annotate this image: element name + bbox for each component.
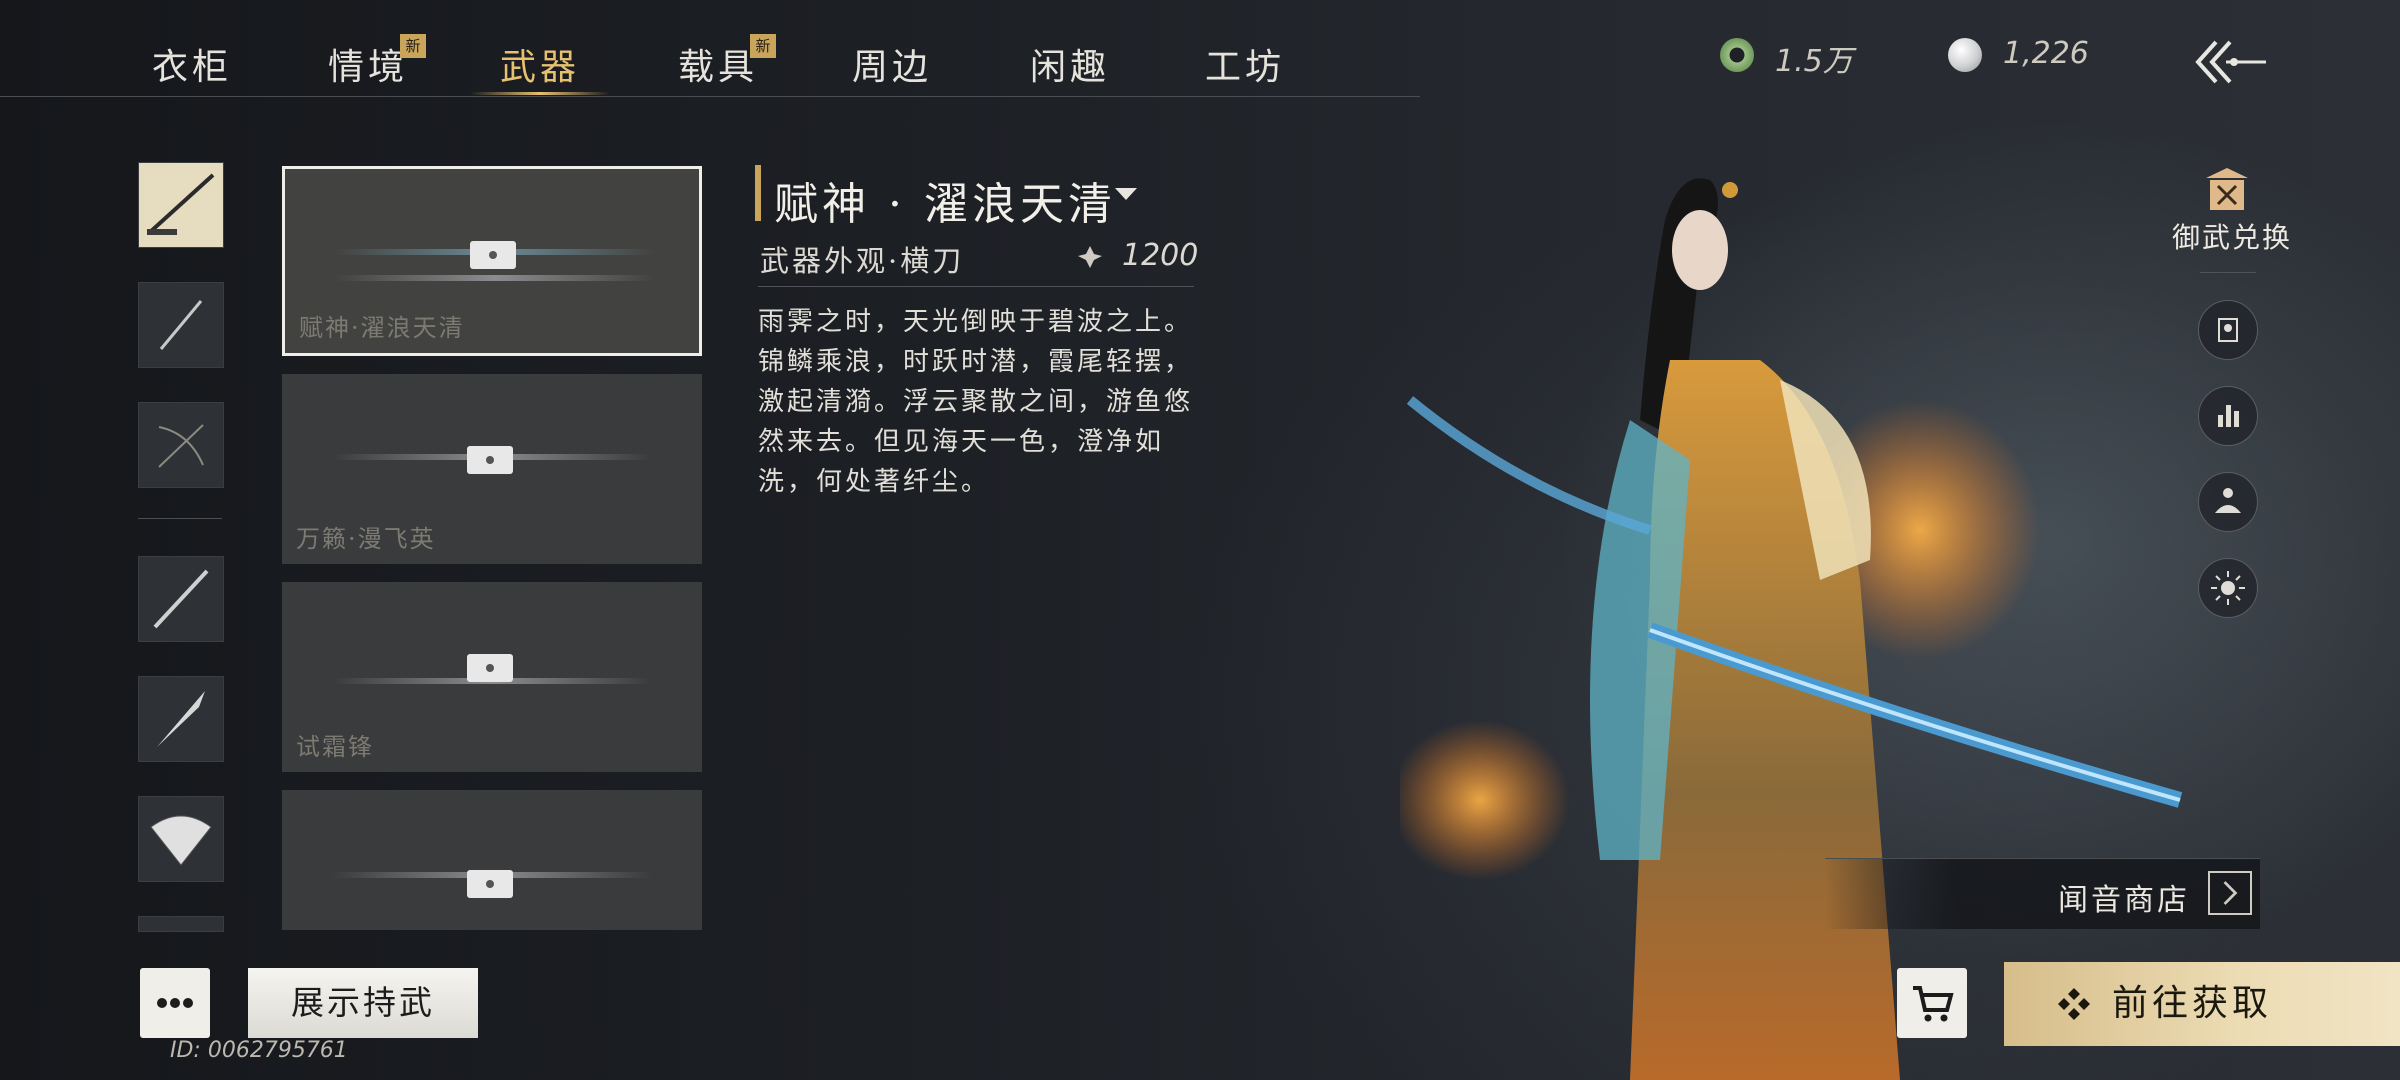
weapon-card[interactable]: 赋神·濯浪天清 [282, 166, 702, 356]
spear-icon [159, 300, 203, 350]
pearl-icon [1948, 38, 1982, 72]
item-title[interactable]: 赋神 · 濯浪天清 [774, 168, 1116, 232]
weapon-thumb-2[interactable] [138, 676, 224, 762]
portrait-icon [2218, 318, 2238, 342]
bow-icon [158, 424, 204, 468]
tab-vehicle[interactable]: 载具 [678, 38, 758, 90]
lighting-button[interactable] [2198, 558, 2258, 618]
exchange-shrine-icon[interactable] [2202, 166, 2252, 214]
chevron-down-icon[interactable] [1115, 188, 1137, 200]
dagger-icon [157, 691, 205, 747]
lock-icon [467, 446, 513, 474]
fan-icon [150, 815, 212, 866]
pose-icon [2215, 488, 2241, 513]
weapon-preview [335, 275, 655, 281]
chevron-right-icon [2208, 871, 2252, 915]
divider [758, 286, 1194, 287]
weapon-thumb-1[interactable] [138, 556, 224, 642]
weapon-card[interactable]: 试霜锋 [282, 582, 702, 772]
show-weapon-button[interactable]: 展示持武 [248, 968, 478, 1038]
more-dots-icon [157, 998, 193, 1008]
title-accent-bar [755, 165, 761, 221]
jade-amount: 1.5万 [1775, 44, 1853, 79]
exchange-label[interactable]: 御武兑换 [2172, 216, 2292, 256]
item-description: 雨霁之时，天光倒映于碧波之上。 锦鳞乘浪，时跃时潜，霞尾轻摆， 激起清漪。浮云聚… [758, 307, 1194, 497]
back-arrow-icon[interactable] [2190, 36, 2270, 88]
blade-icon [153, 569, 209, 629]
tab-weapon[interactable]: 武器 [500, 38, 580, 90]
tab-scene[interactable]: 情境 [328, 38, 408, 90]
lock-icon [470, 241, 516, 269]
weapon-type-thumb-bow[interactable] [138, 402, 224, 488]
bar-chart-icon [2218, 405, 2239, 427]
diamond-cluster-icon [2058, 988, 2090, 1020]
tab-wardrobe[interactable]: 衣柜 [152, 38, 232, 90]
more-button[interactable] [140, 968, 210, 1038]
weapon-thumb-4[interactable] [138, 916, 224, 932]
lock-icon [467, 654, 513, 682]
tab-merch[interactable]: 周边 [852, 38, 932, 90]
portrait-button[interactable] [2198, 300, 2258, 360]
cart-icon [1913, 986, 1954, 1022]
sword-icon [147, 173, 215, 235]
go-obtain-label: 前往获取 [2112, 983, 2273, 1024]
stats-button[interactable] [2198, 386, 2258, 446]
item-price: 1200 [1122, 238, 1199, 273]
music-shop-link[interactable]: 闻音商店 [1825, 858, 2260, 929]
weapon-thumb-3[interactable] [138, 796, 224, 882]
active-tab-indicator [470, 92, 610, 95]
weapon-type-thumb-spear[interactable] [138, 282, 224, 368]
weapon-card-name: 万籁·漫飞英 [296, 525, 436, 553]
pearl-amount: 1,226 [2003, 36, 2089, 71]
thumb-divider [138, 518, 222, 519]
currency-flower-icon [1078, 246, 1102, 268]
tab-workshop[interactable]: 工坊 [1205, 38, 1285, 90]
shop-label: 闻音商店 [2058, 883, 2190, 918]
character-model[interactable] [1400, 160, 2200, 1080]
weapon-card[interactable]: 万籁·漫飞英 [282, 374, 702, 564]
divider [2200, 272, 2256, 273]
weapon-card[interactable] [282, 790, 702, 930]
weapon-card-name: 试霜锋 [296, 733, 374, 761]
pose-button[interactable] [2198, 472, 2258, 532]
new-badge: 新 [400, 34, 426, 58]
item-category: 武器外观·横刀 [760, 244, 965, 278]
user-id: ID: 0062795761 [170, 1038, 348, 1063]
category-tab-bar: 衣柜 情境 新 武器 载具 新 周边 闲趣 工坊 [0, 0, 1420, 97]
new-badge: 新 [750, 34, 776, 58]
go-obtain-button[interactable]: 前往获取 [2004, 962, 2400, 1046]
cart-button[interactable] [1897, 968, 1967, 1038]
weapon-type-thumb-blade[interactable] [138, 162, 224, 248]
weapon-card-name: 赋神·濯浪天清 [299, 314, 465, 342]
jade-coin-icon [1720, 38, 1754, 72]
lock-icon [467, 870, 513, 898]
tab-leisure[interactable]: 闲趣 [1030, 38, 1110, 90]
light-icon [2211, 571, 2245, 605]
